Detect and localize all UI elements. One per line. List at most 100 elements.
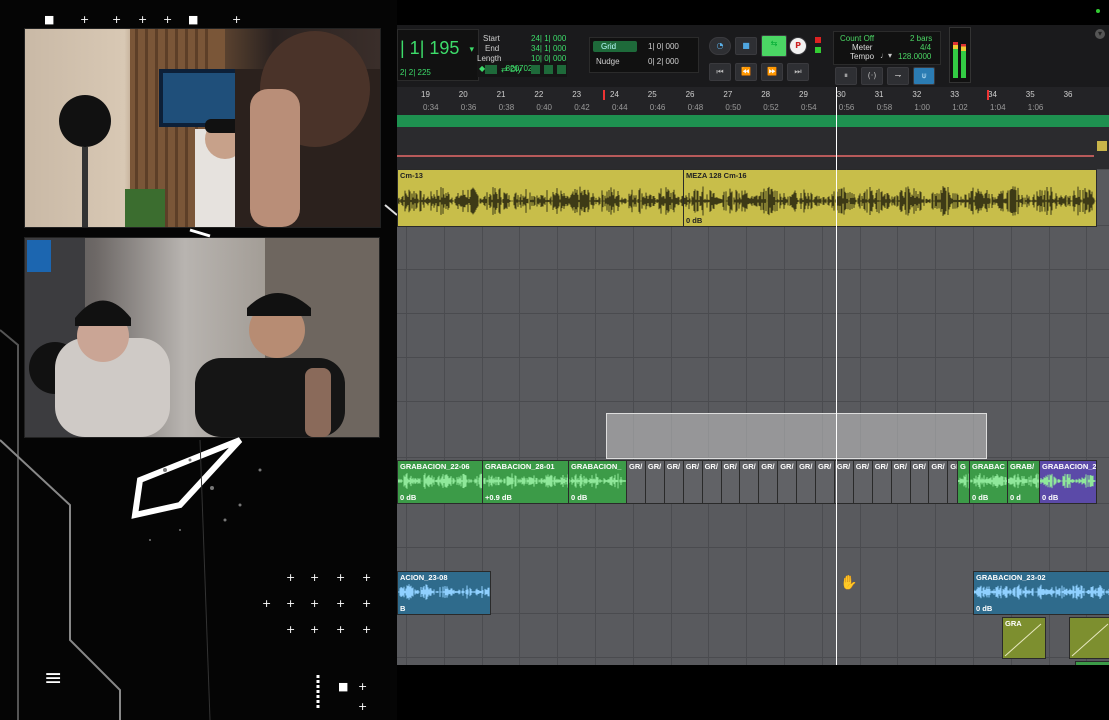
- clip-name: GRABACION_2: [1042, 462, 1097, 471]
- clip-small[interactable]: GR/: [852, 460, 874, 504]
- tempo-note-icon: ♩▾: [880, 51, 893, 60]
- clip-small[interactable]: GR/: [720, 460, 742, 504]
- ruler-bar-label: 31: [874, 90, 884, 99]
- toggle-b[interactable]: [544, 65, 553, 74]
- count-off-label[interactable]: Count Off: [840, 34, 874, 43]
- conductor-icon[interactable]: (·): [861, 67, 883, 85]
- clip-small[interactable]: GR/: [739, 460, 761, 504]
- end-value[interactable]: 34| 1| 000: [531, 44, 566, 53]
- wait-for-note-icon[interactable]: ⇁: [887, 67, 909, 85]
- clip-waveform: [684, 186, 1096, 216]
- length-label: Length: [477, 54, 502, 63]
- automation-line[interactable]: [397, 155, 1094, 157]
- metronome-icon[interactable]: ⍦: [913, 67, 935, 85]
- daw-edit-window: | 1| 195 ▾ 2| 2| 225 ◆▸ -820702 ⇄ Dly St…: [397, 25, 1109, 665]
- clip-yellow-2[interactable]: MEZA 128 Cm-16 0 dB: [683, 169, 1097, 227]
- record-indicator: [815, 37, 821, 43]
- tempo-value[interactable]: 128.0000: [898, 52, 931, 61]
- clip-small[interactable]: GR/: [663, 460, 685, 504]
- clip-green[interactable]: GRABAC 0 dB: [969, 460, 1009, 504]
- clip-name: GRABACION_22-06: [400, 462, 470, 471]
- ruler-time-label: 0:52: [763, 103, 779, 112]
- tracks-area[interactable]: Cm-13 MEZA 128 Cm-16 0 dB GRABACION_22-0…: [397, 127, 1109, 665]
- midi-merge-icon[interactable]: ⏸: [835, 67, 857, 85]
- clip-waveform: [398, 473, 483, 489]
- rewind-icon[interactable]: ⏪: [735, 63, 757, 81]
- toggle-c[interactable]: [557, 65, 566, 74]
- clip-green[interactable]: GRAB/0 d: [1007, 460, 1041, 504]
- counter-dropdown-icon[interactable]: ▾: [469, 44, 474, 55]
- main-counter[interactable]: | 1| 195 ▾ 2| 2| 225: [397, 29, 479, 81]
- ruler-time-label: 1:00: [914, 103, 930, 112]
- decor-plus: +: [358, 680, 368, 693]
- delay-comp-toggle[interactable]: ⇄ Dly: [501, 65, 522, 74]
- clip-small[interactable]: GR/: [701, 460, 723, 504]
- fast-forward-icon[interactable]: ⏩: [761, 63, 783, 81]
- grid-button[interactable]: Grid: [593, 41, 637, 52]
- clip-small[interactable]: GR/: [871, 460, 893, 504]
- clip-small[interactable]: GR/: [833, 460, 855, 504]
- timeline-ruler[interactable]: 19 20 21 22 23 24 25 26 27 28 29 30 31 32 33 34 35 36 0:3…: [397, 87, 1109, 116]
- play-loop-icon[interactable]: ⇆: [761, 35, 787, 57]
- go-to-start-icon[interactable]: ⏮: [709, 63, 731, 81]
- clip-small[interactable]: GR/: [815, 460, 836, 504]
- clip-green[interactable]: GRABACION_28-01 +0.9 dB: [482, 460, 570, 504]
- clip-gain: 0 d: [1010, 493, 1021, 502]
- ruler-time-label: 1:06: [1027, 103, 1044, 112]
- selection-strip[interactable]: [397, 115, 1109, 127]
- main-counter-value: | 1| 195: [400, 38, 460, 58]
- ruler-bar-label: 35: [1025, 90, 1035, 99]
- clip-name: ACION_23-08: [400, 573, 448, 582]
- decor-plus: +: [358, 700, 368, 713]
- ruler-bar-label: 28: [761, 90, 771, 99]
- stop-icon[interactable]: ■: [735, 37, 757, 55]
- fade-curve: [1071, 623, 1109, 657]
- track-1-lane[interactable]: [397, 127, 1109, 169]
- snap-toggle[interactable]: [485, 65, 497, 74]
- clip-green[interactable]: GRABACION_22-06 0 dB: [397, 460, 484, 504]
- clip-small[interactable]: GR/: [682, 460, 704, 504]
- clip-name: MEZA 128 Cm-16: [686, 171, 747, 180]
- clip-olive-1[interactable]: GRA: [1002, 617, 1046, 659]
- online-icon[interactable]: ◔: [709, 37, 731, 55]
- clip-olive-2[interactable]: [1069, 617, 1109, 659]
- clip-purple[interactable]: GRABACION_2 0 dB: [1039, 460, 1097, 504]
- start-value[interactable]: 24| 1| 000: [531, 34, 566, 43]
- go-to-end-icon[interactable]: ⏭: [787, 63, 809, 81]
- window-menu-icon[interactable]: ▾: [1095, 29, 1105, 39]
- grid-value[interactable]: 1| 0| 000: [648, 42, 679, 51]
- clip-small[interactable]: GR/: [928, 460, 950, 504]
- clip-small[interactable]: GR/: [796, 460, 818, 504]
- time-selection[interactable]: [606, 413, 987, 459]
- nudge-value[interactable]: 0| 2| 000: [648, 57, 679, 66]
- stream-overlay: ■ + + + + ■ + + + + + + + + + + + + + + …: [0, 0, 397, 720]
- decor-square: ■: [338, 680, 349, 693]
- clip-yellow-1[interactable]: Cm-13: [397, 169, 685, 227]
- clip-waveform: [974, 584, 1109, 600]
- length-value[interactable]: 10| 0| 000: [531, 54, 566, 63]
- decor-plus: +: [336, 623, 346, 636]
- clip-small[interactable]: GR/: [758, 460, 780, 504]
- clip-blue-1[interactable]: ACION_23-08 B: [397, 571, 491, 615]
- ruler-bar-label: 30: [836, 90, 846, 99]
- ruler-bar-label: 34: [988, 90, 997, 99]
- decor-plus: +: [286, 623, 296, 636]
- punch-icon[interactable]: P: [789, 37, 807, 55]
- clip-small[interactable]: GR/: [777, 460, 799, 504]
- playhead[interactable]: [836, 127, 837, 665]
- meter-value[interactable]: 4/4: [920, 43, 931, 52]
- clip-green-bottom[interactable]: [1075, 661, 1109, 665]
- clip-name: GR/: [723, 462, 737, 471]
- clip-green[interactable]: GRABACION_ 0 dB: [568, 460, 628, 504]
- selection-end-marker[interactable]: [987, 90, 989, 100]
- selection-start-marker[interactable]: [603, 90, 605, 100]
- count-off-bars[interactable]: 2 bars: [910, 34, 932, 43]
- ruler-time-label: 0:58: [876, 103, 893, 112]
- meter-label: Meter: [852, 43, 873, 52]
- clip-small[interactable]: GR/: [626, 460, 647, 504]
- clip-blue-2[interactable]: GRABACION_23-02 0 dB: [973, 571, 1109, 615]
- clip-small[interactable]: GR/: [909, 460, 931, 504]
- clip-small[interactable]: GR/: [890, 460, 912, 504]
- toggle-a[interactable]: [531, 65, 540, 74]
- clip-small[interactable]: GR/: [644, 460, 666, 504]
